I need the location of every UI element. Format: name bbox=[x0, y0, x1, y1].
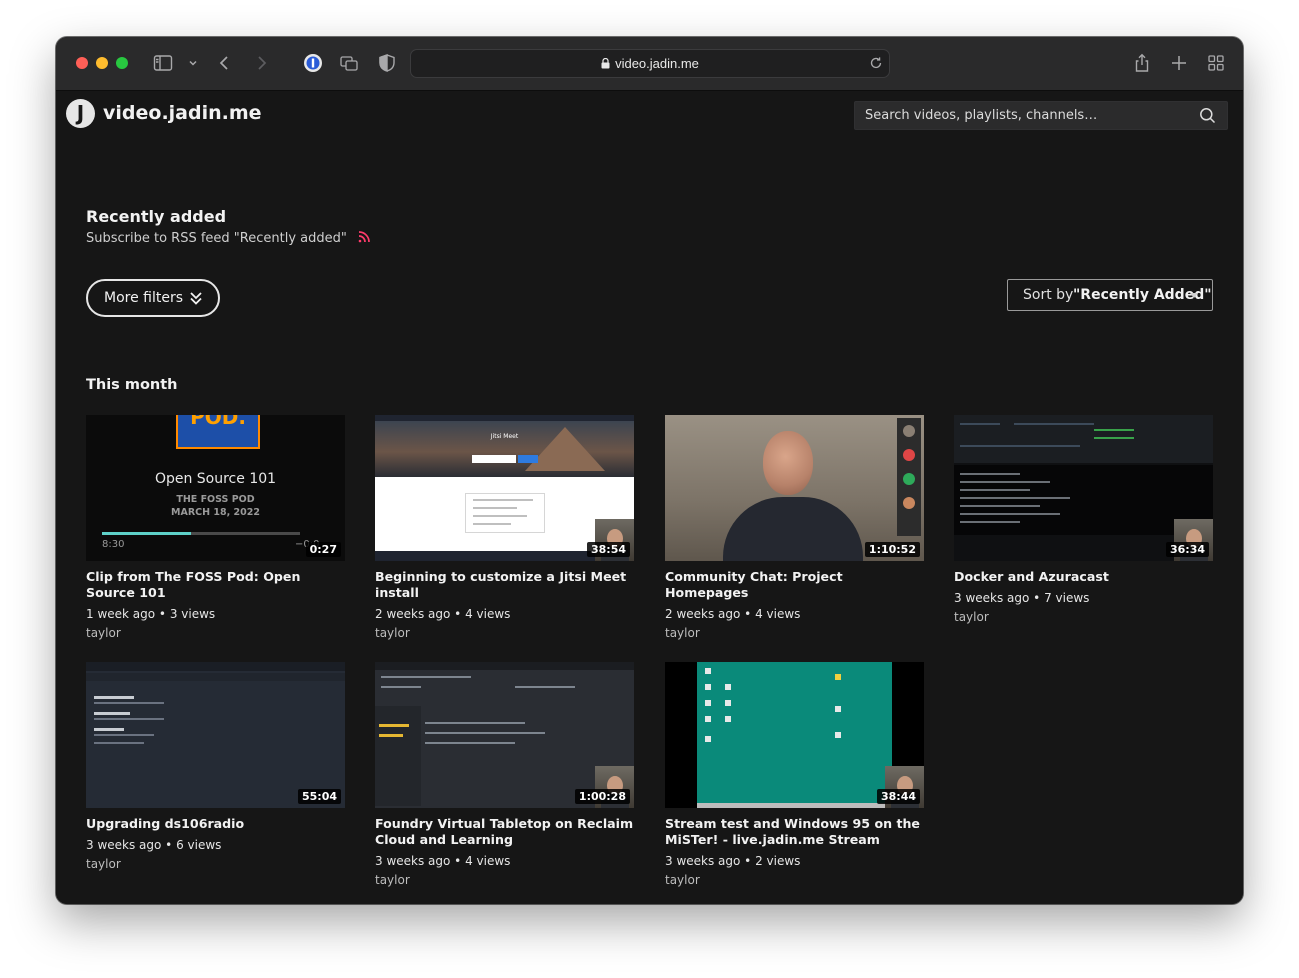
video-title[interactable]: Foundry Virtual Tabletop on Reclaim Clou… bbox=[375, 816, 634, 848]
new-tab-icon[interactable] bbox=[1168, 52, 1190, 74]
site-header: J video.jadin.me bbox=[56, 91, 1243, 137]
thumb-time-start: 8:30 bbox=[102, 539, 125, 550]
back-icon[interactable] bbox=[214, 52, 236, 74]
video-meta: 2 weeks ago • 4 views bbox=[375, 607, 511, 621]
page-title: Recently added bbox=[86, 207, 227, 226]
duration-badge: 0:27 bbox=[305, 542, 341, 557]
duration-badge: 38:44 bbox=[876, 789, 920, 804]
minimize-window-button[interactable] bbox=[96, 57, 108, 69]
duration-badge: 55:04 bbox=[297, 789, 341, 804]
duration-badge: 1:00:28 bbox=[574, 789, 630, 804]
zoom-window-button[interactable] bbox=[116, 57, 128, 69]
search-input[interactable] bbox=[855, 102, 1195, 129]
video-thumbnail[interactable]: 38:44 bbox=[665, 662, 924, 808]
page-content: J video.jadin.me Recently added Subscrib… bbox=[56, 91, 1243, 904]
video-card[interactable]: 1:00:28 Foundry Virtual Tabletop on Recl… bbox=[375, 662, 634, 887]
rss-icon[interactable] bbox=[357, 230, 371, 244]
privacy-shield-icon[interactable] bbox=[376, 52, 398, 74]
reload-icon[interactable] bbox=[868, 55, 884, 71]
video-title[interactable]: Community Chat: Project Homepages bbox=[665, 569, 924, 601]
video-title[interactable]: Beginning to customize a Jitsi Meet inst… bbox=[375, 569, 634, 601]
pod-logo-box: POD. bbox=[176, 415, 260, 449]
double-chevron-down-icon bbox=[188, 290, 204, 306]
site-logo[interactable]: J bbox=[66, 99, 95, 128]
video-meta: 2 weeks ago • 4 views bbox=[665, 607, 801, 621]
video-meta: 1 week ago • 3 views bbox=[86, 607, 216, 621]
password-extension-icon[interactable] bbox=[302, 52, 324, 74]
duration-badge: 36:34 bbox=[1165, 542, 1209, 557]
video-channel[interactable]: taylor bbox=[86, 857, 345, 871]
video-card[interactable]: 55:04 Upgrading ds106radio 3 weeks ago •… bbox=[86, 662, 345, 871]
thumb-app-title: Jitsi Meet bbox=[490, 433, 519, 440]
video-channel[interactable]: taylor bbox=[665, 873, 924, 887]
rss-subscribe-label: Subscribe to RSS feed "Recently added" bbox=[86, 231, 347, 246]
video-thumbnail[interactable]: 1:10:52 bbox=[665, 415, 924, 561]
sort-dropdown[interactable]: Sort by "Recently Added" bbox=[1007, 279, 1213, 311]
duration-badge: 1:10:52 bbox=[864, 542, 920, 557]
video-title[interactable]: Stream test and Windows 95 on the MiSTer… bbox=[665, 816, 924, 848]
address-url: video.jadin.me bbox=[615, 56, 699, 71]
thumb-podcast-name: THE FOSS POD bbox=[176, 494, 255, 505]
video-card[interactable]: 38:44 Stream test and Windows 95 on the … bbox=[665, 662, 924, 887]
search-icon[interactable] bbox=[1199, 107, 1216, 124]
video-card[interactable]: 1:10:52 Community Chat: Project Homepage… bbox=[665, 415, 924, 640]
thumb-progress-bar bbox=[102, 532, 300, 535]
browser-window: video.jadin.me J video.jadin.me Search v… bbox=[56, 37, 1243, 904]
thumb-date: MARCH 18, 2022 bbox=[171, 507, 260, 518]
video-thumbnail[interactable]: 55:04 bbox=[86, 662, 345, 808]
close-window-button[interactable] bbox=[76, 57, 88, 69]
tab-overview-extension-icon[interactable] bbox=[338, 52, 360, 74]
thumb-headline: Open Source 101 bbox=[154, 471, 277, 487]
rss-subscribe-link[interactable]: Subscribe to RSS feed "Recently added" bbox=[86, 230, 371, 246]
site-name[interactable]: video.jadin.me bbox=[103, 102, 262, 124]
video-thumbnail[interactable]: POD. Open Source 101 THE FOSS POD MARCH … bbox=[86, 415, 345, 561]
video-title[interactable]: Upgrading ds106radio bbox=[86, 816, 345, 832]
sort-label: Sort by bbox=[1023, 287, 1074, 303]
video-meta: 3 weeks ago • 7 views bbox=[954, 591, 1090, 605]
video-thumbnail[interactable]: 1:00:28 bbox=[375, 662, 634, 808]
address-bar[interactable]: video.jadin.me bbox=[410, 49, 890, 78]
sidebar-toggle-icon[interactable] bbox=[152, 52, 174, 74]
caret-down-icon bbox=[1190, 293, 1198, 298]
video-channel[interactable]: taylor bbox=[375, 873, 634, 887]
more-filters-label: More filters bbox=[104, 290, 184, 306]
video-thumbnail[interactable]: 36:34 bbox=[954, 415, 1213, 561]
video-channel[interactable]: taylor bbox=[954, 610, 1213, 624]
share-icon[interactable] bbox=[1131, 52, 1153, 74]
duration-badge: 38:54 bbox=[586, 542, 630, 557]
more-filters-button[interactable]: More filters bbox=[86, 279, 220, 317]
chevron-down-icon[interactable] bbox=[182, 52, 197, 74]
group-heading: This month bbox=[86, 377, 178, 393]
search-box bbox=[854, 101, 1228, 130]
browser-toolbar: video.jadin.me bbox=[56, 37, 1243, 91]
video-card[interactable]: 36:34 Docker and Azuracast 3 weeks ago •… bbox=[954, 415, 1213, 624]
video-meta: 3 weeks ago • 6 views bbox=[86, 838, 222, 852]
forward-icon[interactable] bbox=[250, 52, 272, 74]
lock-icon bbox=[601, 57, 610, 72]
video-meta: 3 weeks ago • 2 views bbox=[665, 854, 801, 868]
video-card[interactable]: Jitsi Meet 38:54 Beginning to customize … bbox=[375, 415, 634, 640]
video-channel[interactable]: taylor bbox=[86, 626, 345, 640]
video-channel[interactable]: taylor bbox=[665, 626, 924, 640]
video-title[interactable]: Docker and Azuracast bbox=[954, 569, 1213, 585]
tab-grid-icon[interactable] bbox=[1205, 52, 1227, 74]
video-title[interactable]: Clip from The FOSS Pod: Open Source 101 bbox=[86, 569, 345, 601]
video-thumbnail[interactable]: Jitsi Meet 38:54 bbox=[375, 415, 634, 561]
thumb-pod-text: POD. bbox=[190, 415, 246, 429]
video-meta: 3 weeks ago • 4 views bbox=[375, 854, 511, 868]
video-channel[interactable]: taylor bbox=[375, 626, 634, 640]
video-card[interactable]: POD. Open Source 101 THE FOSS POD MARCH … bbox=[86, 415, 345, 640]
